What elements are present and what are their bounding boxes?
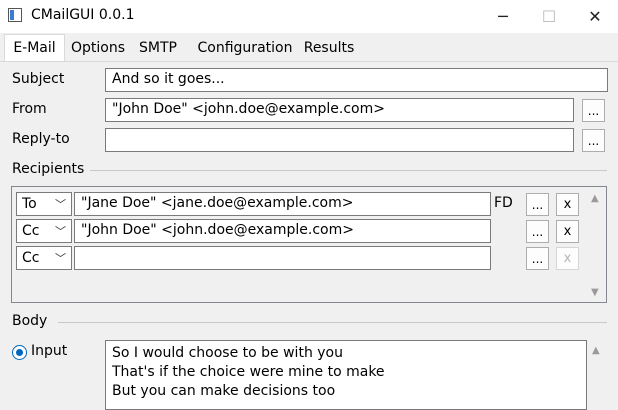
recipient-type-select-3[interactable]: Cc ﹀ <box>16 246 72 270</box>
tab-results[interactable]: Results <box>301 36 357 60</box>
input-radio-label: Input <box>31 343 68 359</box>
minimize-button[interactable]: ─ <box>480 0 526 33</box>
recipients-section-label: Recipients <box>12 161 85 177</box>
recipient-type-value: To <box>22 196 37 212</box>
from-label: From <box>12 101 47 117</box>
chevron-down-icon: ﹀ <box>55 252 66 265</box>
replyto-browse-button[interactable]: ... <box>582 129 605 152</box>
replyto-input[interactable] <box>105 128 574 152</box>
recipient-remove-button-3[interactable]: x <box>556 247 579 270</box>
recipient-browse-button-3[interactable]: ... <box>526 247 549 270</box>
recipients-scroll-down-icon[interactable]: ▼ <box>591 287 599 298</box>
recipient-flag: FD <box>494 195 513 211</box>
window-title: CMailGUI 0.0.1 <box>31 7 135 23</box>
tab-smtp[interactable]: SMTP <box>132 36 184 60</box>
recipient-type-select-2[interactable]: Cc ﹀ <box>16 219 72 243</box>
subject-input[interactable]: And so it goes... <box>105 68 608 92</box>
body-separator <box>58 322 607 323</box>
recipient-address-input-3[interactable] <box>74 246 491 270</box>
input-radio[interactable] <box>12 345 27 360</box>
maximize-button[interactable]: ☐ <box>526 0 572 33</box>
recipient-type-value: Cc <box>22 223 40 239</box>
from-input[interactable]: "John Doe" <john.doe@example.com> <box>105 98 574 122</box>
tab-email[interactable]: E-Mail <box>4 34 65 61</box>
recipient-browse-button-2[interactable]: ... <box>526 220 549 243</box>
recipients-scroll-up-icon[interactable]: ▲ <box>591 193 599 204</box>
body-textarea[interactable]: So I would choose to be with you That's … <box>105 340 587 410</box>
recipient-type-select-1[interactable]: To ﹀ <box>16 192 72 216</box>
body-scroll-up-icon[interactable]: ▲ <box>592 345 600 356</box>
from-browse-button[interactable]: ... <box>582 99 605 122</box>
replyto-label: Reply-to <box>12 131 70 147</box>
subject-label: Subject <box>12 71 65 87</box>
recipient-address-input-2[interactable]: "John Doe" <john.doe@example.com> <box>74 219 491 243</box>
recipient-remove-button-1[interactable]: x <box>556 193 579 216</box>
recipient-address-input-1[interactable]: "Jane Doe" <jane.doe@example.com> <box>74 192 491 216</box>
close-button[interactable]: ✕ <box>572 0 618 33</box>
recipients-separator <box>90 170 607 171</box>
chevron-down-icon: ﹀ <box>55 198 66 211</box>
chevron-down-icon: ﹀ <box>55 225 66 238</box>
recipient-remove-button-2[interactable]: x <box>556 220 579 243</box>
recipient-browse-button-1[interactable]: ... <box>526 193 549 216</box>
recipient-type-value: Cc <box>22 250 40 266</box>
tab-configuration[interactable]: Configuration <box>193 36 297 60</box>
tab-options[interactable]: Options <box>66 36 130 60</box>
body-section-label: Body <box>12 313 48 329</box>
app-icon <box>8 8 22 22</box>
